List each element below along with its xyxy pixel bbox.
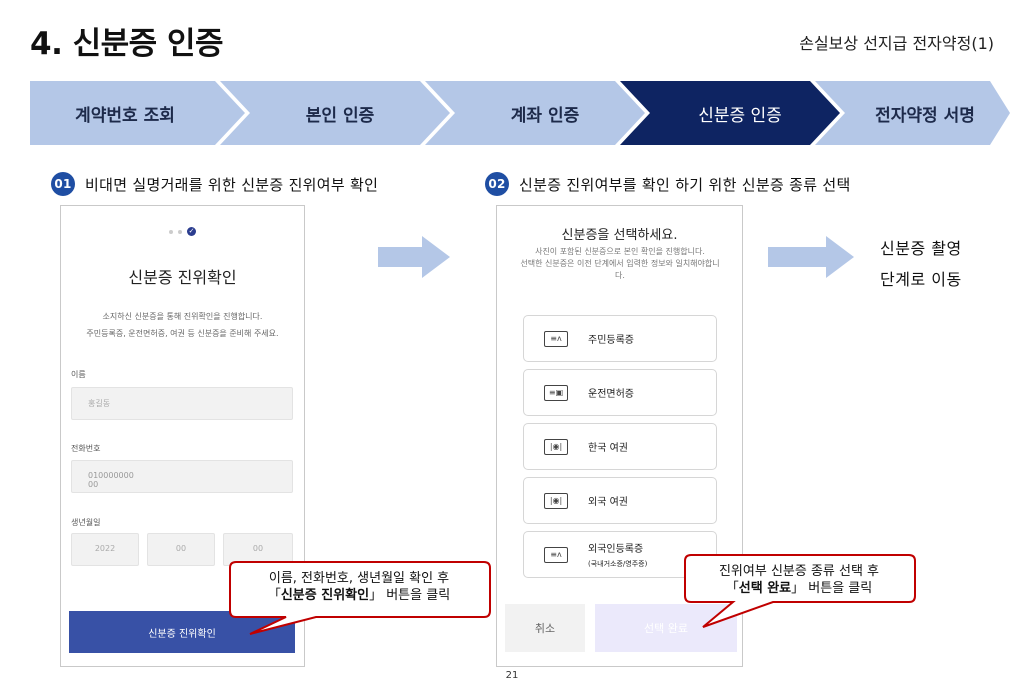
id-option-label: 한국 여권 <box>588 443 628 454</box>
step-number-badge: 01 <box>51 172 75 196</box>
id-option-label: 주민등록증 <box>588 335 634 346</box>
callout-text-1: 이름, 전화번호, 생년월일 확인 후 「신분증 진위확인」 버튼을 클릭 <box>232 570 486 604</box>
desc-line: 선택한 신분증은 이전 단계에서 입력한 정보와 일치해야합니 <box>520 259 720 268</box>
dot <box>169 229 173 234</box>
callout-tail: 버튼을 클릭 <box>382 588 451 603</box>
bracket: 「 <box>267 588 281 603</box>
step-number-badge: 02 <box>485 172 509 196</box>
id-card-icon: ≡ᴧ <box>544 330 568 347</box>
name-label: 이름 <box>71 370 86 379</box>
callout-line: 이름, 전화번호, 생년월일 확인 후 <box>268 571 450 586</box>
passport-icon: |◉| <box>544 438 568 455</box>
progress-dots: ✓ <box>61 227 304 236</box>
callout-bold: 신분증 진위확인 <box>280 588 370 603</box>
phone-value: 010000000 <box>88 471 134 480</box>
id-option-korean-passport[interactable]: |◉| 한국 여권 <box>523 423 717 470</box>
desc-line: 소지하신 신분증을 통해 진위확인을 진행합니다. <box>102 312 263 321</box>
desc-line: 다. <box>615 271 625 280</box>
callout-tail: 버튼을 클릭 <box>804 581 873 596</box>
step-account-auth: 계좌 인증 <box>510 105 580 126</box>
alien-card-icon: ≡ᴧ <box>544 546 568 563</box>
screen-title: 신분증 진위확인 <box>128 268 237 287</box>
id-option-label: 운전면허증 <box>588 389 634 400</box>
note-2: 02 신분증 진위여부를 확인 하기 위한 신분증 종류 선택 <box>485 172 851 196</box>
bracket: 」 <box>791 581 805 596</box>
id-option-sublabel: (국내거소증/영주증) <box>588 560 648 568</box>
id-option-label: 외국인등록증 <box>588 544 644 555</box>
passport-icon: |◉| <box>544 492 568 509</box>
bracket: 」 <box>369 588 383 603</box>
arrow-right-icon <box>768 236 854 278</box>
desc-line: 사진이 포함된 신분증으로 본인 확인을 진행합니다. <box>535 247 705 256</box>
phone-field[interactable]: 010000000 00 <box>71 460 293 493</box>
desc-line: 주민등록증, 운전면허증, 여권 등 신분증을 준비해 주세요. <box>86 329 279 338</box>
page-subtitle: 손실보상 선지급 전자약정(1) <box>799 34 994 53</box>
callout-line: 진위여부 신분증 종류 선택 후 <box>718 564 880 579</box>
note-1: 01 비대면 실명거래를 위한 신분증 진위여부 확인 <box>51 172 378 196</box>
step-contract-lookup: 계약번호 조회 <box>75 105 175 126</box>
cancel-button[interactable]: 취소 <box>505 604 585 652</box>
id-option-text: 외국인등록증 (국내거소증/영주증) <box>588 540 647 569</box>
step-identity-auth: 본인 인증 <box>305 105 375 126</box>
page-number: 21 <box>505 670 519 681</box>
next-step-note-line2: 단계로 이동 <box>880 270 962 289</box>
birth-label: 생년월일 <box>71 518 101 527</box>
page-title: 4. 신분증 인증 <box>30 26 224 62</box>
check-icon: ✓ <box>187 227 196 236</box>
phone-label: 전화번호 <box>71 444 101 453</box>
id-option-driver-license[interactable]: ≡▣ 운전면허증 <box>523 369 717 416</box>
id-option-foreign-passport[interactable]: |◉| 외국 여권 <box>523 477 717 524</box>
step-e-contract-sign: 전자약정 서명 <box>875 105 975 126</box>
step-id-card-auth: 신분증 인증 <box>698 105 782 126</box>
arrow-right-icon <box>378 236 450 278</box>
note-text: 비대면 실명거래를 위한 신분증 진위여부 확인 <box>85 175 379 194</box>
id-option-label: 외국 여권 <box>588 497 628 508</box>
id-option-resident-card[interactable]: ≡ᴧ 주민등록증 <box>523 315 717 362</box>
note-text: 신분증 진위여부를 확인 하기 위한 신분증 종류 선택 <box>519 175 851 194</box>
step-progress-bar: 계약번호 조회 본인 인증 계좌 인증 신분증 인증 전자약정 서명 <box>30 81 1010 145</box>
next-step-note-line1: 신분증 촬영 <box>880 239 962 258</box>
callout-text-2: 진위여부 신분증 종류 선택 후 「선택 완료」 버튼을 클릭 <box>687 563 911 597</box>
birth-month-field[interactable]: 00 <box>147 533 215 566</box>
driver-license-icon: ≡▣ <box>544 384 568 401</box>
bracket: 「 <box>725 581 739 596</box>
screen-title: 신분증을 선택하세요. <box>561 228 678 243</box>
screen-description: 사진이 포함된 신분증으로 본인 확인을 진행합니다. 선택한 신분증은 이전 … <box>505 246 735 282</box>
name-field[interactable]: 홍길동 <box>71 387 293 420</box>
callout-line: 「선택 완료」 버튼을 클릭 <box>687 580 911 597</box>
phone-value-wrap: 00 <box>88 480 99 489</box>
callout-line: 「신분증 진위확인」 버튼을 클릭 <box>232 587 486 604</box>
screen-description: 소지하신 신분증을 통해 진위확인을 진행합니다. 주민등록증, 운전면허증, … <box>61 308 304 342</box>
dot <box>178 229 182 234</box>
callout-bold: 선택 완료 <box>738 581 792 596</box>
birth-year-field[interactable]: 2022 <box>71 533 139 566</box>
